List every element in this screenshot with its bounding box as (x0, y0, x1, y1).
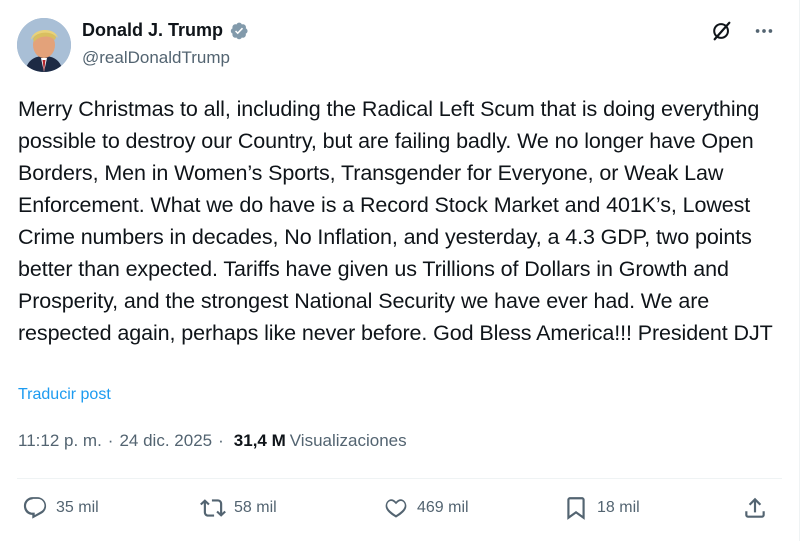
translate-post-link[interactable]: Traducir post (18, 386, 111, 404)
repost-icon (200, 499, 226, 517)
views-label: Visualizaciones (289, 431, 407, 450)
share-icon (745, 497, 765, 518)
bookmark-count: 18 mil (597, 499, 640, 516)
heart-icon (385, 499, 407, 518)
more-horizontal-icon[interactable] (753, 20, 775, 42)
grok-icon[interactable] (711, 20, 733, 42)
avatar[interactable] (17, 18, 71, 72)
meta-separator: · (218, 431, 224, 450)
reply-icon (23, 497, 47, 519)
post-time[interactable]: 11:12 p. m. (18, 431, 102, 451)
divider (17, 478, 782, 479)
verified-badge-icon (229, 21, 249, 41)
author-name[interactable]: Donald J. Trump (82, 20, 223, 41)
avatar-image (17, 18, 71, 72)
repost-count: 58 mil (234, 499, 277, 516)
share-button[interactable] (742, 495, 768, 521)
views-count: 31,4 M (233, 431, 286, 450)
author-row: Donald J. Trump (82, 20, 249, 41)
reply-button[interactable]: 35 mil (22, 495, 99, 521)
meta-separator: · (107, 431, 114, 450)
post-card: Donald J. Trump @realDonaldTrump Merry C… (0, 0, 800, 541)
action-bar: 35 mil 58 mil 469 mil 18 mil (0, 495, 800, 529)
like-button[interactable]: 469 mil (383, 495, 469, 521)
reply-count: 35 mil (56, 499, 99, 516)
bookmark-icon (567, 497, 585, 520)
author-handle[interactable]: @realDonaldTrump (82, 48, 230, 68)
post-meta: 11:12 p. m. · 24 dic. 2025 · 31,4 M Visu… (18, 431, 407, 451)
post-date[interactable]: 24 dic. 2025 (119, 431, 212, 451)
like-count: 469 mil (417, 499, 469, 516)
repost-button[interactable]: 58 mil (200, 495, 277, 521)
bookmark-button[interactable]: 18 mil (563, 495, 640, 521)
post-header-actions (711, 20, 775, 42)
post-text: Merry Christmas to all, including the Ra… (18, 97, 773, 345)
